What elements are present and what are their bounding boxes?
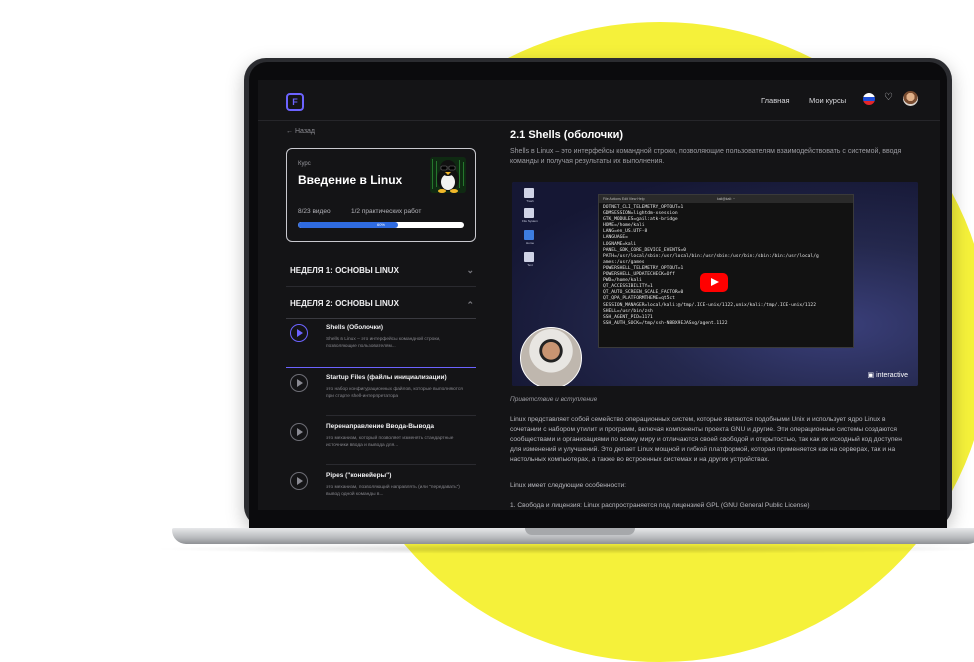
- week-1-label: НЕДЕЛЯ 1: ОСНОВЫ LINUX: [290, 266, 399, 275]
- lesson-description: это набор конфигурационных файлов, котор…: [326, 387, 463, 399]
- user-avatar[interactable]: [903, 91, 918, 106]
- logo-icon[interactable]: F: [286, 93, 304, 111]
- play-circle-icon: [290, 472, 308, 490]
- play-circle-icon: [290, 423, 308, 441]
- course-videos-count: 8/23 видео: [298, 208, 331, 215]
- chevron-down-icon: ⌄: [466, 265, 474, 275]
- chevron-up-icon: ⌃: [466, 300, 474, 310]
- lesson-active-separator: [286, 367, 476, 368]
- desktop-icon-label: Text: [527, 263, 533, 267]
- laptop-shadow: [150, 544, 974, 554]
- lesson-paragraph: Linux представляет собой семейство опера…: [510, 416, 902, 463]
- features-intro: Linux имеет следующие особенности:: [510, 482, 626, 489]
- feature-item: 1. Свобода и лицензия: Linux распростран…: [510, 502, 810, 509]
- lesson-item-shells[interactable]: Shells (Оболочки) Shells в Linux – это и…: [290, 320, 476, 368]
- lesson-title: Pipes ("конвейеры"): [326, 472, 392, 479]
- lesson-subtitle: Shells в Linux – это интерфейсы командно…: [510, 148, 902, 165]
- home-folder-icon: [524, 230, 534, 240]
- nav-my-courses-link[interactable]: Мои курсы: [809, 96, 846, 105]
- week-2-accordion[interactable]: НЕДЕЛЯ 2: ОСНОВЫ LINUX ⌃: [290, 299, 478, 310]
- youtube-play-icon[interactable]: [700, 273, 728, 292]
- nav-home-link[interactable]: Главная: [761, 96, 790, 105]
- lesson-item-pipes[interactable]: Pipes ("конвейеры") это механизм, позвол…: [290, 468, 476, 510]
- language-flag-icon[interactable]: [863, 93, 875, 105]
- lesson-separator: [326, 415, 476, 416]
- course-progress-bar: 60%: [298, 222, 464, 228]
- video-player[interactable]: Trash File System Home Text File Actions…: [512, 182, 918, 386]
- lesson-description: это механизм, позволяющий направлять (ил…: [326, 485, 460, 497]
- terminal-window: File Actions Edit View Help kali@kali: ~…: [598, 194, 854, 348]
- course-title: Введение в Linux: [298, 173, 403, 187]
- terminal-titlebar: File Actions Edit View Help kali@kali: ~: [599, 195, 853, 203]
- back-link[interactable]: ← Назад: [286, 128, 315, 135]
- lesson-separator: [326, 464, 476, 465]
- week-2-label: НЕДЕЛЯ 2: ОСНОВЫ LINUX: [290, 299, 399, 308]
- course-kicker: Курс: [298, 161, 311, 167]
- tux-penguin-image: [430, 157, 466, 193]
- terminal-title: kali@kali: ~: [716, 197, 736, 201]
- lesson-description: Shells в Linux – это интерфейсы командно…: [326, 337, 441, 349]
- top-navigation-bar: F Главная Мои курсы ♡: [258, 80, 940, 121]
- lesson-title: Startup Files (файлы инициализации): [326, 374, 447, 381]
- course-progress-label: 60%: [376, 222, 385, 227]
- desktop-icon-label: Home: [525, 241, 534, 245]
- interactive-watermark: ▣ interactive: [867, 372, 908, 379]
- week-1-accordion[interactable]: НЕДЕЛЯ 1: ОСНОВЫ LINUX ⌄: [290, 265, 478, 275]
- desktop-icon-label: File System: [522, 219, 538, 223]
- bell-icon[interactable]: ♡: [884, 92, 893, 103]
- app-screen: F Главная Мои курсы ♡ ← Назад Курс Введе…: [258, 80, 940, 510]
- play-circle-icon: [290, 374, 308, 392]
- lesson-description: это механизм, который позволяет изменять…: [326, 436, 454, 448]
- week-divider: [286, 318, 476, 319]
- lesson-title: Shells (Оболочки): [326, 324, 384, 331]
- video-caption: Приветствие и вступление: [510, 396, 598, 403]
- laptop-notch: [525, 528, 635, 535]
- presenter-avatar: [520, 327, 582, 386]
- lesson-item-io-redirection[interactable]: Перенаправление Ввода-Вывода это механиз…: [290, 419, 476, 467]
- lesson-heading: 2.1 Shells (оболочки): [510, 129, 624, 141]
- course-practicals-count: 1/2 практических работ: [351, 208, 422, 215]
- text-file-icon: [524, 252, 534, 262]
- lesson-title: Перенаправление Ввода-Вывода: [326, 423, 435, 430]
- file-system-icon: [524, 208, 534, 218]
- play-circle-icon: [290, 324, 308, 342]
- lesson-item-startup-files[interactable]: Startup Files (файлы инициализации) это …: [290, 370, 476, 418]
- course-card: Курс Введение в Linux 8/23 видео 1/2 пра…: [286, 148, 476, 242]
- trash-icon: [524, 188, 534, 198]
- desktop-icon-label: Trash: [526, 199, 534, 203]
- terminal-output: DOTNET_CLI_TELEMETRY_OPTOUT=1 GDMSESSION…: [603, 205, 819, 326]
- week-divider: [286, 286, 476, 287]
